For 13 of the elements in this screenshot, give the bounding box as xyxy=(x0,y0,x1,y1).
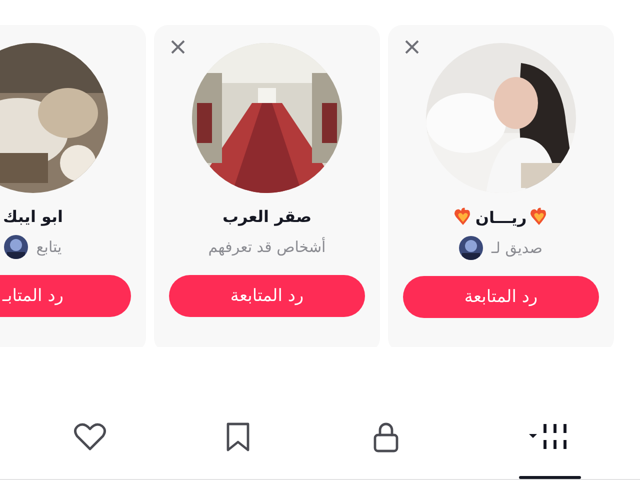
user-name: ريـــان xyxy=(475,208,527,226)
lock-icon xyxy=(372,421,400,453)
follow-back-button[interactable]: رد المتابعة xyxy=(169,275,365,317)
heart-icon xyxy=(73,422,107,452)
user-name: ابو ايبك xyxy=(3,207,64,226)
follow-back-button[interactable]: رد المتابـ xyxy=(0,275,131,317)
follow-back-button[interactable]: رد المتابعة xyxy=(403,276,599,318)
relation-text: صديق لـ xyxy=(491,239,543,257)
relation-text: يتابع xyxy=(36,238,62,256)
relation-text: أشخاص قد تعرفهم xyxy=(208,238,326,256)
active-tab-indicator xyxy=(519,476,581,479)
user-name: صقر العرب xyxy=(222,207,312,226)
bookmark-icon xyxy=(225,421,251,453)
